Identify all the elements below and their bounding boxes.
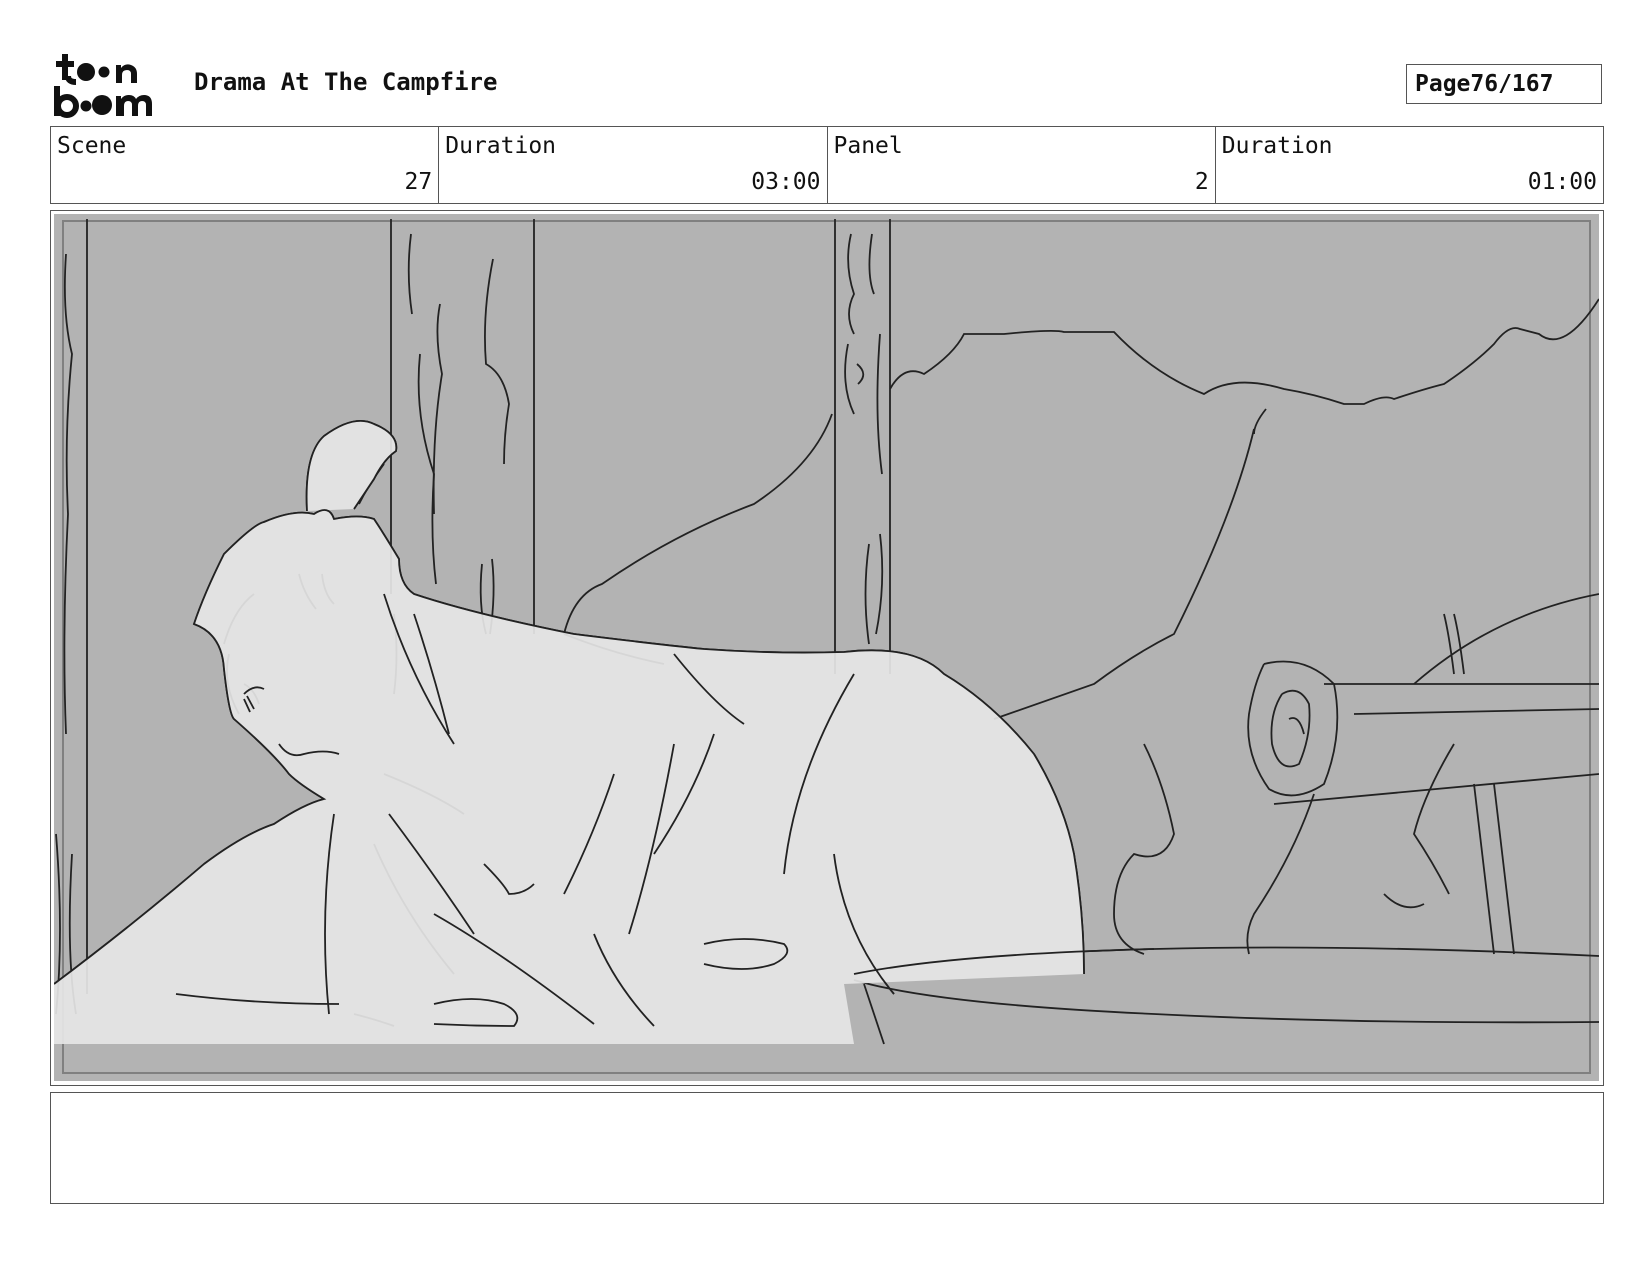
storyboard-panel xyxy=(50,210,1604,1086)
scene-duration-label: Duration xyxy=(445,133,557,159)
panel-sketch xyxy=(54,214,1599,1081)
page-value: 76/167 xyxy=(1470,71,1554,97)
scene-value: 27 xyxy=(404,169,433,195)
scene-cell: Scene 27 xyxy=(51,127,440,203)
page-counter: Page 76/167 xyxy=(1406,64,1602,104)
panel-duration-value: 01:00 xyxy=(1527,169,1597,195)
scene-duration-cell: Duration 03:00 xyxy=(439,127,828,203)
panel-label: Panel xyxy=(833,133,903,159)
panel-value: 2 xyxy=(1194,169,1209,195)
panel-cell: Panel 2 xyxy=(828,127,1216,203)
panel-duration-cell: Duration 01:00 xyxy=(1216,127,1603,203)
scene-info-row: Scene 27 Duration 03:00 Panel 2 Duration… xyxy=(50,126,1604,204)
scene-label: Scene xyxy=(57,133,127,159)
panel-duration-label: Duration xyxy=(1221,133,1333,159)
toonboom-logo xyxy=(54,54,152,118)
panel-notes xyxy=(50,1092,1604,1204)
page-label: Page xyxy=(1415,71,1471,97)
document-title: Drama At The Campfire xyxy=(194,68,498,96)
scene-duration-value: 03:00 xyxy=(751,169,821,195)
